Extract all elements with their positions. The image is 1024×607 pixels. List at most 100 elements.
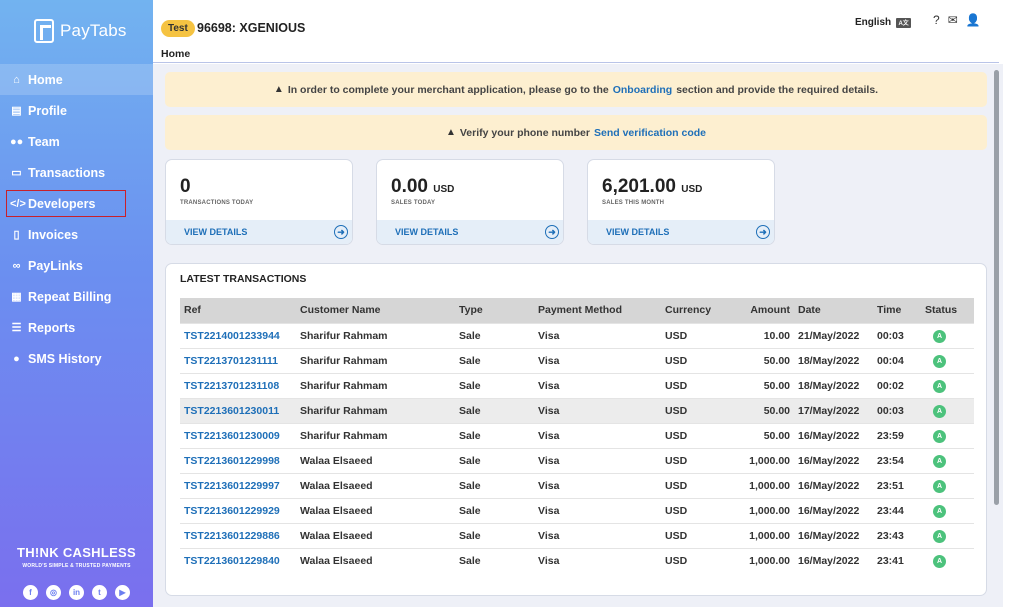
instagram-icon[interactable]: ◎ (46, 585, 61, 600)
sidebar-item-label: Invoices (28, 227, 79, 242)
view-details-button[interactable]: VIEW DETAILS ➜ (588, 220, 774, 244)
user-icon[interactable]: 👤 (966, 13, 981, 27)
table-row[interactable]: TST2213701231111 Sharifur Rahmam Sale Visa U… (180, 347, 974, 373)
cell-customer: Sharifur Rahmam (296, 372, 455, 398)
code-icon: </> (10, 197, 26, 210)
table-row[interactable]: TST2213601229998 Walaa Elsaeed Sale Visa USD… (180, 447, 974, 473)
cell-status: A (921, 472, 974, 498)
cell-type: Sale (455, 522, 534, 548)
col-type[interactable]: Type (455, 298, 534, 323)
view-details-button[interactable]: VIEW DETAILS ➜ (166, 220, 352, 244)
youtube-icon[interactable]: ▶ (115, 585, 130, 600)
sidebar-item-label: Profile (28, 103, 67, 118)
link-icon: ∞ (12, 259, 21, 272)
cell-ref[interactable]: TST2213601229840 (180, 547, 296, 573)
sidebar-item-team[interactable]: ●● Team (0, 126, 153, 157)
cell-time: 23:44 (873, 497, 921, 523)
col-currency[interactable]: Currency (661, 298, 727, 323)
cell-amount: 50.00 (727, 422, 794, 448)
cell-ref[interactable]: TST2213601229998 (180, 447, 296, 473)
status-approved-badge: A (933, 329, 946, 343)
cell-date: 16/May/2022 (794, 547, 873, 573)
col-customer[interactable]: Customer Name (296, 298, 455, 323)
cell-ref[interactable]: TST2213701231111 (180, 347, 296, 373)
sidebar-item-label: Team (28, 134, 60, 149)
sidebar-item-developers[interactable]: </> Developers (4, 188, 128, 219)
cell-ref[interactable]: TST2213601229929 (180, 497, 296, 523)
send-verification-link[interactable]: Send verification code (594, 127, 706, 139)
col-time[interactable]: Time (873, 298, 921, 323)
sidebar-item-label: Home (28, 72, 63, 87)
cell-ref[interactable]: TST2213601229997 (180, 472, 296, 498)
stat-label: SALES TODAY (391, 200, 436, 206)
table-row[interactable]: TST2213601229886 Walaa Elsaeed Sale Visa USD… (180, 522, 974, 548)
cell-ref[interactable]: TST2213701231108 (180, 372, 296, 398)
cell-date: 17/May/2022 (794, 397, 873, 423)
cell-amount: 50.00 (727, 372, 794, 398)
table-row[interactable]: TST2213601229929 Walaa Elsaeed Sale Visa USD… (180, 497, 974, 523)
tagline: TH!NK CASHLESS WORLD'S SIMPLE & TRUSTED … (0, 545, 153, 569)
cell-date: 16/May/2022 (794, 497, 873, 523)
stat-value-wrap: 0.00 USD (391, 176, 454, 198)
sidebar-item-profile[interactable]: ▤ Profile (0, 95, 153, 126)
view-details-button[interactable]: VIEW DETAILS ➜ (377, 220, 563, 244)
cell-amount: 50.00 (727, 397, 794, 423)
table-row[interactable]: TST2213601230011 Sharifur Rahmam Sale Visa U… (180, 397, 974, 423)
bank-icon: ▤ (11, 105, 22, 117)
cell-time: 00:02 (873, 372, 921, 398)
table-row[interactable]: TST2213601229840 Walaa Elsaeed Sale Visa USD… (180, 547, 974, 573)
header-actions: ? ✉ 👤 (933, 13, 981, 27)
phone-verify-alert: ▲ Verify your phone number Send verifica… (165, 115, 987, 150)
cell-method: Visa (534, 447, 661, 473)
col-ref[interactable]: Ref (180, 298, 296, 323)
status-approved-badge: A (933, 404, 946, 418)
onboarding-link[interactable]: Onboarding (613, 84, 673, 96)
sidebar-item-label: Developers (28, 196, 96, 211)
sidebar-item-transactions[interactable]: ▭ Transactions (0, 157, 153, 188)
cell-ref[interactable]: TST2213601230009 (180, 422, 296, 448)
stat-label: SALES THIS MONTH (602, 200, 665, 206)
onboarding-alert: ▲ In order to complete your merchant app… (165, 72, 987, 107)
cell-time: 23:41 (873, 547, 921, 573)
brand-logo[interactable]: PayTabs (34, 19, 127, 43)
top-header: Test 96698: XGENIOUS English A文 ? ✉ 👤 Ho… (153, 0, 1024, 64)
scrollbar[interactable] (994, 70, 999, 505)
table-row[interactable]: TST2213601229997 Walaa Elsaeed Sale Visa USD… (180, 472, 974, 498)
sidebar-item-sms-history[interactable]: ● SMS History (0, 343, 153, 374)
cell-method: Visa (534, 472, 661, 498)
help-icon[interactable]: ? (933, 13, 940, 27)
table-row[interactable]: TST2213601230009 Sharifur Rahmam Sale Visa U… (180, 422, 974, 448)
cell-date: 18/May/2022 (794, 347, 873, 373)
sidebar-item-invoices[interactable]: ▯ Invoices (0, 219, 153, 250)
onboarding-alert-prefix: In order to complete your merchant appli… (287, 83, 609, 96)
mail-icon[interactable]: ✉ (948, 13, 958, 27)
cell-ref[interactable]: TST2213601229886 (180, 522, 296, 548)
cell-time: 00:03 (873, 397, 921, 423)
twitter-icon[interactable]: t (92, 585, 107, 600)
cell-status: A (921, 322, 974, 348)
cell-type: Sale (455, 472, 534, 498)
col-date[interactable]: Date (794, 298, 873, 323)
table-header-row: Ref Customer Name Type Payment Method Cu… (180, 298, 974, 323)
table-row[interactable]: TST2213701231108 Sharifur Rahmam Sale Visa U… (180, 372, 974, 398)
sidebar-item-home[interactable]: ⌂ Home (0, 64, 153, 95)
cell-customer: Walaa Elsaeed (296, 447, 455, 473)
col-status[interactable]: Status (921, 298, 974, 323)
sidebar-item-label: Transactions (28, 165, 106, 180)
facebook-icon[interactable]: f (23, 585, 38, 600)
sidebar-item-reports[interactable]: ☰ Reports (0, 312, 153, 343)
table-body: TST2214001233944 Sharifur Rahmam Sale Visa U… (180, 322, 974, 573)
cell-type: Sale (455, 347, 534, 373)
cell-ref[interactable]: TST2214001233944 (180, 322, 296, 348)
sidebar-item-paylinks[interactable]: ∞ PayLinks (0, 250, 153, 281)
col-method[interactable]: Payment Method (534, 298, 661, 323)
col-amount[interactable]: Amount (727, 298, 794, 323)
cell-currency: USD (661, 347, 727, 373)
linkedin-icon[interactable]: in (69, 585, 84, 600)
language-selector[interactable]: English A文 (855, 17, 912, 28)
table-row[interactable]: TST2214001233944 Sharifur Rahmam Sale Visa U… (180, 322, 974, 348)
sidebar-item-repeat-billing[interactable]: ▦ Repeat Billing (0, 281, 153, 312)
status-approved-badge: A (933, 454, 946, 468)
reports-icon: ☰ (11, 322, 22, 334)
cell-ref[interactable]: TST2213601230011 (180, 397, 296, 423)
